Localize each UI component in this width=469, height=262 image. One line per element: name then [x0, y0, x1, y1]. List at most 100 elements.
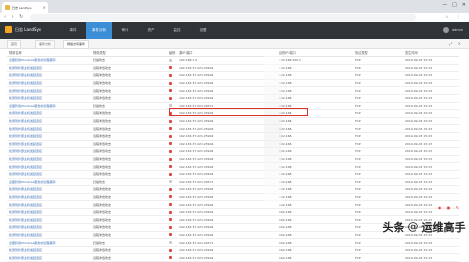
column-header[interactable]: 源IP:端口	[177, 49, 277, 57]
rule-name-link[interactable]: 检测到外部主机发起连接	[7, 86, 91, 95]
protocol: TCP	[353, 86, 403, 95]
rule-name-link[interactable]: 检测到外部主机发起连接	[7, 200, 91, 209]
user-menu[interactable]: admin	[443, 27, 463, 33]
table-row[interactable]: 检测到外部主机发起连接 远程渗透攻击 192.163.37.221:25904 192…	[7, 132, 459, 141]
rule-name-link[interactable]: 企图利用Windows服务的远程漏洞	[7, 178, 91, 187]
dest-ip: 192.168.	[277, 215, 353, 225]
table-row[interactable]: 检测到外部主机发起连接 远程渗透攻击 192.163.37.221:25904 192…	[7, 162, 459, 171]
severity-icon	[169, 134, 172, 138]
nav-tab-4[interactable]: 监控	[164, 22, 190, 39]
rule-name-link[interactable]: 检测到外部主机发起连接	[7, 140, 91, 149]
rule-name-link[interactable]: 检测到外部主机发起连接	[7, 94, 91, 103]
browser-tab[interactable]: 日志 LandSys ×	[2, 2, 48, 13]
event-time: 2019-09-03 15:23	[403, 124, 459, 133]
rule-name-link[interactable]: 检测到外部主机发起连接	[7, 170, 91, 179]
sub-tab-2[interactable]: 网络访问事件	[63, 40, 90, 49]
protocol: TCP	[353, 79, 403, 88]
column-header[interactable]: 协议类型	[353, 49, 403, 57]
event-time: 2019-09-03 15:23	[403, 64, 459, 73]
rule-name-link[interactable]: 检测到外部主机发起连接	[7, 193, 91, 202]
rule-type: 远程渗透攻击	[91, 94, 167, 103]
table-row[interactable]: 检测到外部主机发起连接 远程渗透攻击 192.163.37.221:25904 192…	[7, 193, 459, 202]
rule-name-link[interactable]: 检测到外部主机发起连接	[7, 253, 91, 262]
table-row[interactable]: 检测到外部主机发起连接 远程渗透攻击 192.163.37.221:25904 192…	[7, 117, 459, 126]
dest-ip: 192.168.	[277, 200, 353, 209]
rule-name-link[interactable]: 检测到外部主机发起连接	[7, 64, 91, 73]
rule-name-link[interactable]: 检测到外部主机发起连接	[7, 109, 91, 118]
rule-name-link[interactable]: 检测到外部主机发起连接	[7, 71, 91, 80]
table-row[interactable]: 检测到外部主机发起连接 远程渗透攻击 192.163.37.221:25904 192…	[7, 64, 459, 73]
rule-name-link[interactable]: 检测到外部主机发起连接	[7, 208, 91, 217]
bookmark-menu-icon[interactable]: ☆ ⋮	[445, 14, 463, 19]
nav-tab-2[interactable]: 审计	[112, 22, 138, 39]
column-header[interactable]: 目的IP:端口	[277, 49, 353, 57]
dest-ip: 192.168.	[277, 79, 353, 88]
close-tab-icon[interactable]: ×	[43, 5, 46, 10]
source-ip: 192.163.37.221:26571	[177, 178, 277, 187]
rule-name-link[interactable]: 检测到外部主机发起连接	[7, 223, 91, 232]
close-window-icon[interactable]: ✕	[462, 2, 466, 8]
table-row[interactable]: 检测到外部主机发起连接 远程渗透攻击 192.163.37.221:25904 192…	[7, 71, 459, 80]
table-row[interactable]: 检测到外部主机发起连接 远程渗透攻击 192.163.37.221:25904 192…	[7, 124, 459, 133]
rule-name-link[interactable]: 检测到外部主机发起连接	[7, 215, 91, 225]
column-header[interactable]: 规则类型	[91, 49, 167, 57]
protocol: TCP	[353, 170, 403, 179]
rule-name-link[interactable]: 检测到外部主机发起连接	[7, 185, 91, 194]
rule-type: 远程渗透攻击	[91, 246, 167, 255]
rule-name-link[interactable]: 检测到外部主机发起连接	[7, 79, 91, 88]
table-row[interactable]: 检测到外部主机发起连接 远程渗透攻击 192.163.37.221:25904 192…	[7, 185, 459, 194]
protocol: TCP	[353, 64, 403, 73]
table-row[interactable]: 检测到外部主机发起连接 远程渗透攻击 192.163.37.221:25904 192…	[7, 170, 459, 179]
table-row[interactable]: 检测到外部主机发起连接 远程渗透攻击 192.163.37.221:25904 192…	[7, 246, 459, 255]
column-header[interactable]: 级别	[167, 49, 177, 57]
sub-tab-0[interactable]: 首页	[7, 40, 22, 49]
table-row[interactable]: 检测到外部主机发起连接 远程渗透攻击 192.163.37.221:25904 192…	[7, 86, 459, 95]
table-row[interactable]: 检测到外部主机发起连接 远程渗透攻击 192.163.37.221:25904 192…	[7, 79, 459, 88]
rule-name-link[interactable]: 检测到外部主机发起连接	[7, 124, 91, 133]
table-row[interactable]: 企图利用Windows服务的远程漏洞 扫描攻击 192.168.1.5 192.168…	[7, 56, 459, 65]
column-header[interactable]: 规则名称	[7, 49, 91, 57]
protocol: TCP	[353, 109, 403, 118]
floating-tools-icon[interactable]: ◉ ▣ ✎	[438, 205, 461, 210]
source-ip: 192.163.37.221:25904	[177, 185, 277, 194]
table-row[interactable]: 企图利用Windows服务的远程漏洞 扫描攻击 192.163.37.221:265…	[7, 178, 459, 187]
nav-tab-0[interactable]: 事件	[60, 22, 86, 39]
app-logo[interactable]: 日志 LandSys	[5, 26, 41, 33]
column-header[interactable]: 发生时间	[403, 49, 459, 57]
rule-name-link[interactable]: 检测到外部主机发起连接	[7, 132, 91, 141]
rule-name-link[interactable]: 企图利用Windows服务的远程漏洞	[7, 56, 91, 65]
protocol: TCP	[353, 155, 403, 164]
window-controls: — □ ✕	[442, 2, 466, 8]
rule-name-link[interactable]: 检测到外部主机发起连接	[7, 162, 91, 171]
rule-name-link[interactable]: 检测到外部主机发起连接	[7, 117, 91, 126]
table-row[interactable]: 检测到外部主机发起连接 远程渗透攻击 192.163.37.221:25904 192…	[7, 200, 459, 209]
rule-name-link[interactable]: 检测到外部主机发起连接	[7, 246, 91, 255]
address-input[interactable]	[30, 14, 416, 21]
nav-arrows-icon[interactable]: ‹ › ↻	[4, 14, 25, 20]
table-row[interactable]: 检测到外部主机发起连接 远程渗透攻击 192.163.37.221:25904 192…	[7, 155, 459, 164]
table-row[interactable]: 检测到外部主机发起连接 远程渗透攻击 192.163.37.221:25904 192…	[7, 140, 459, 149]
dest-ip: 192.168.	[277, 94, 353, 103]
table-row[interactable]: 检测到外部主机发起连接 远程渗透攻击 192.163.37.221:25904 192…	[7, 253, 459, 262]
minimize-icon[interactable]: —	[442, 2, 447, 8]
sub-tab-1[interactable]: 事件分析	[35, 40, 56, 49]
event-time: 2019-09-03 15:23	[403, 246, 459, 255]
rule-name-link[interactable]: 检测到外部主机发起连接	[7, 155, 91, 164]
nav-tab-3[interactable]: 资产	[138, 22, 164, 39]
table-row[interactable]: 检测到外部主机发起连接 远程渗透攻击 192.163.37.221:25904 192…	[7, 147, 459, 156]
protocol: TCP	[353, 94, 403, 103]
rule-name-link[interactable]: 检测到外部主机发起连接	[7, 231, 91, 240]
rule-name-link[interactable]: 检测到外部主机发起连接	[7, 147, 91, 156]
severity-icon	[169, 157, 172, 161]
source-ip: 192.163.37.221:25904	[177, 246, 277, 255]
nav-tab-5[interactable]: 设置	[190, 22, 216, 39]
table-row[interactable]: 检测到外部主机发起连接 远程渗透攻击 192.163.37.221:25904 192…	[7, 94, 459, 103]
event-time: 2019-09-03 15:23	[403, 109, 459, 118]
rule-name-link[interactable]: 企图利用Windows服务的远程漏洞	[7, 102, 91, 111]
rule-type: 远程渗透攻击	[91, 71, 167, 80]
dest-ip: 192.168.	[277, 193, 353, 202]
severity-badge	[167, 86, 177, 95]
page-tools-icon[interactable]: ⤢ ✕	[449, 41, 463, 46]
maximize-icon[interactable]: □	[452, 2, 457, 8]
nav-tab-1[interactable]: 事件分析	[86, 22, 112, 39]
